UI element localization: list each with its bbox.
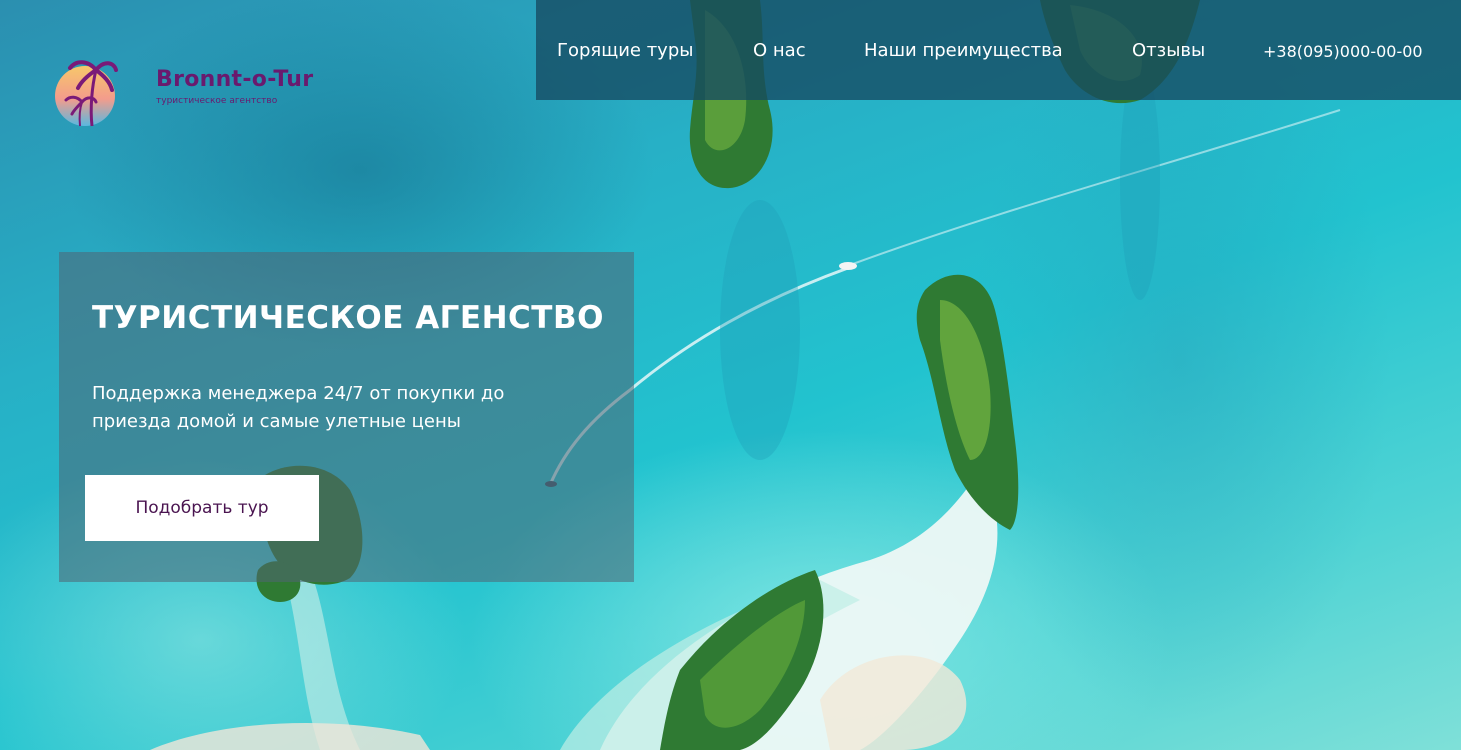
- nav-phone-number[interactable]: +38(095)000-00-00: [1263, 42, 1423, 61]
- hero-title: ТУРИСТИЧЕСКОЕ АГЕНСТВО: [92, 300, 604, 336]
- hero-section: Bronnt-o-Tur туристическое агентство Гор…: [0, 0, 1461, 750]
- hero-description: Поддержка менеджера 24/7 от покупки до п…: [92, 383, 505, 432]
- hero-promo-panel: ТУРИСТИЧЕСКОЕ АГЕНСТВО Поддержка менедже…: [59, 252, 634, 582]
- brand-name: Bronnt-o-Tur: [156, 67, 314, 92]
- boat: [839, 262, 857, 270]
- bottom-left-sand: [150, 723, 430, 750]
- nav-item-hot-tours[interactable]: Горящие туры: [557, 40, 693, 61]
- find-tour-button[interactable]: Подобрать тур: [85, 475, 319, 541]
- island-shadow: [720, 200, 800, 460]
- nav-item-reviews[interactable]: Отзывы: [1132, 40, 1205, 61]
- palm-tree-logo-icon: [55, 60, 118, 127]
- top-navigation: Горящие туры О нас Наши преимущества Отз…: [536, 0, 1461, 100]
- nav-item-advantages[interactable]: Наши преимущества: [864, 40, 1063, 61]
- site-logo[interactable]: Bronnt-o-Tur туристическое агентство: [52, 52, 322, 132]
- boat-wake-far: [849, 109, 1341, 266]
- nav-item-about[interactable]: О нас: [753, 40, 806, 61]
- brand-tagline: туристическое агентство: [156, 96, 278, 106]
